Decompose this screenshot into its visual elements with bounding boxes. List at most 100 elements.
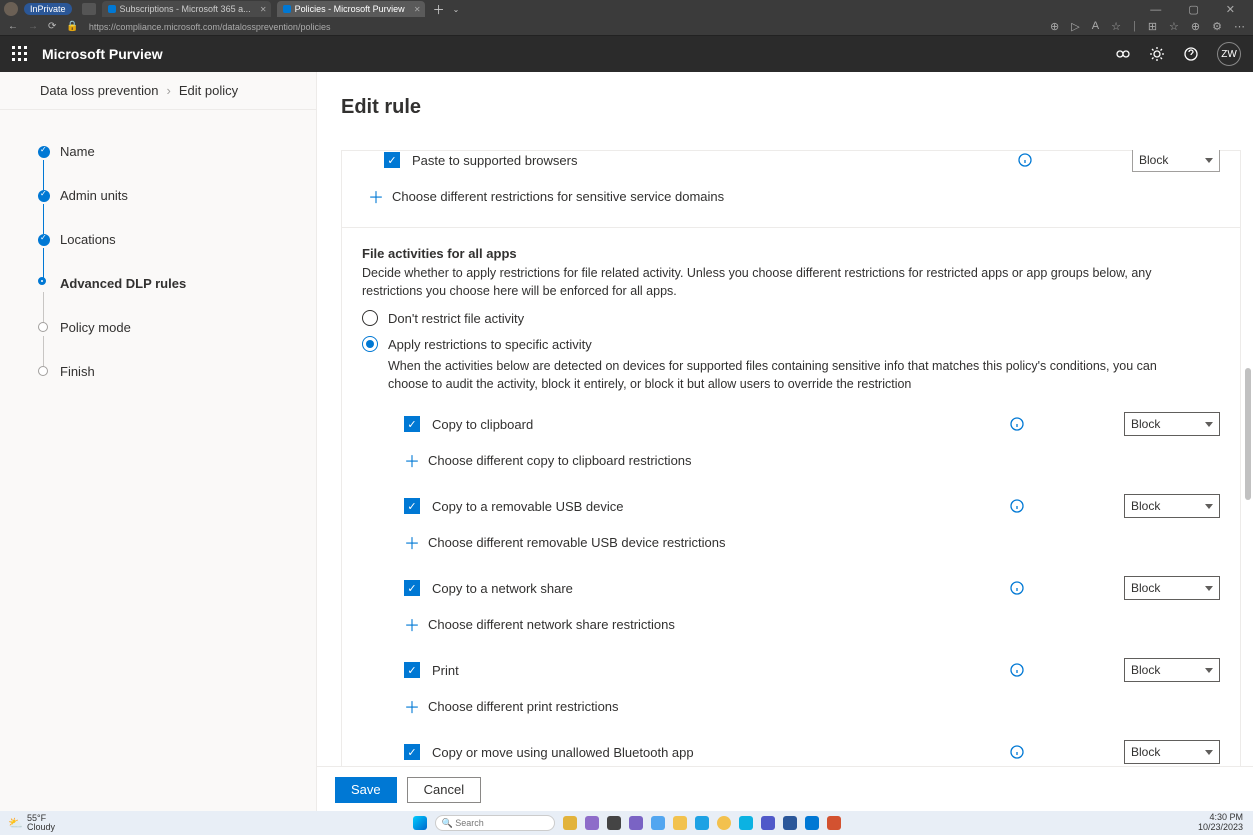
taskbar-app-icon[interactable] — [717, 816, 731, 830]
step-bullet-icon — [38, 146, 50, 158]
browser-tab-active[interactable]: Policies - Microsoft Purview ✕ — [277, 1, 425, 17]
url-text[interactable]: https://compliance.microsoft.com/datalos… — [89, 22, 1040, 32]
info-icon[interactable] — [1010, 745, 1024, 759]
step-name[interactable]: Name — [38, 144, 298, 188]
taskbar-app-icon[interactable] — [761, 816, 775, 830]
taskbar-clock[interactable]: 4:30 PM 10/23/2023 — [1198, 813, 1253, 833]
new-tab-button[interactable]: ＋ — [433, 1, 445, 18]
step-label: Policy mode — [60, 320, 131, 335]
action-select[interactable]: Block — [1124, 412, 1220, 436]
tab-preview-icon[interactable] — [82, 3, 96, 15]
taskbar-app-icon[interactable] — [585, 816, 599, 830]
link-icon[interactable] — [1115, 46, 1131, 62]
save-button[interactable]: Save — [335, 777, 397, 803]
help-icon[interactable] — [1183, 46, 1199, 62]
add-restriction-link[interactable]: ＋Choose different network share restrict… — [382, 609, 1220, 639]
taskbar-app-icon[interactable] — [739, 816, 753, 830]
activity-label: Paste to supported browsers — [412, 153, 772, 168]
info-icon[interactable] — [1010, 581, 1024, 595]
breadcrumb-parent[interactable]: Data loss prevention — [40, 83, 159, 98]
radio-apply-restrictions[interactable]: Apply restrictions to specific activity — [362, 336, 1220, 352]
checkbox-copy-to-a-network-share[interactable] — [404, 580, 420, 596]
action-select[interactable]: Block — [1124, 740, 1220, 764]
taskbar-app-icon[interactable] — [563, 816, 577, 830]
tab-favicon — [283, 5, 291, 13]
extensions-icon[interactable]: ⚙ — [1212, 20, 1222, 33]
checkbox-copy-to-a-removable-usb-device[interactable] — [404, 498, 420, 514]
radio-label: Apply restrictions to specific activity — [388, 337, 592, 352]
step-label: Admin units — [60, 188, 128, 203]
activity-label: Copy to clipboard — [432, 417, 792, 432]
taskbar-app-icon[interactable] — [607, 816, 621, 830]
action-select[interactable]: Block — [1124, 576, 1220, 600]
address-bar: ← → ⟳ 🔒 https://compliance.microsoft.com… — [0, 18, 1253, 36]
step-policy-mode: Policy mode — [38, 320, 298, 364]
info-icon[interactable] — [1010, 663, 1024, 677]
favorite-icon[interactable]: ☆ — [1111, 20, 1121, 33]
back-icon[interactable]: ← — [8, 21, 18, 32]
step-label: Finish — [60, 364, 95, 379]
favorites-bar-icon[interactable]: ☆ — [1169, 20, 1179, 33]
lock-icon[interactable]: 🔒 — [66, 21, 78, 32]
taskbar-app-icon[interactable] — [805, 816, 819, 830]
taskbar-app-icon[interactable] — [651, 816, 665, 830]
checkbox-copy-to-clipboard[interactable] — [404, 416, 420, 432]
more-icon[interactable]: ⋯ — [1234, 20, 1245, 33]
checkbox-print[interactable] — [404, 662, 420, 678]
scrollbar-thumb[interactable] — [1245, 368, 1251, 500]
refresh-icon[interactable]: ⟳ — [48, 21, 56, 32]
add-restriction-link[interactable]: ＋Choose different removable USB device r… — [382, 527, 1220, 557]
radio-dont-restrict[interactable]: Don't restrict file activity — [362, 310, 1220, 326]
app-body: Data loss prevention › Edit policy ✕ Nam… — [0, 72, 1253, 812]
breadcrumb-current: Edit policy — [179, 83, 238, 98]
cancel-button[interactable]: Cancel — [407, 777, 481, 803]
info-icon[interactable] — [1010, 499, 1024, 513]
forward-icon: → — [28, 21, 38, 32]
add-domain-restriction-link[interactable]: ＋ Choose different restrictions for sens… — [362, 181, 1220, 211]
step-label: Locations — [60, 232, 116, 247]
info-icon[interactable] — [1010, 417, 1024, 431]
activity-label: Copy to a removable USB device — [432, 499, 792, 514]
close-icon[interactable]: ✕ — [260, 5, 267, 14]
window-controls[interactable]: — ▢ ✕ — [1150, 3, 1253, 16]
read-aloud-icon[interactable]: ▷ — [1071, 20, 1079, 33]
add-restriction-link[interactable]: ＋Choose different print restrictions — [382, 691, 1220, 721]
avatar[interactable]: ZW — [1217, 42, 1241, 66]
taskbar-app-icon[interactable] — [783, 816, 797, 830]
checkbox-copy-or-move-using-unallowed-bluetooth-app[interactable] — [404, 744, 420, 760]
close-icon[interactable]: ✕ — [414, 5, 421, 14]
app-title: Microsoft Purview — [42, 46, 163, 62]
taskbar-app-icon[interactable] — [673, 816, 687, 830]
text-size-icon[interactable]: A — [1092, 20, 1099, 33]
radio-icon — [362, 310, 378, 326]
info-icon[interactable] — [1018, 153, 1032, 167]
radio-sub-desc: When the activities below are detected o… — [388, 358, 1188, 393]
profile-icon[interactable] — [4, 2, 18, 16]
taskbar-app-icon[interactable] — [695, 816, 709, 830]
start-icon[interactable] — [413, 816, 427, 830]
add-link-label: Choose different copy to clipboard restr… — [428, 453, 692, 468]
app-icon[interactable]: ⊞ — [1148, 20, 1157, 33]
scroll-area[interactable]: Paste to supported browsers Block ＋ Choo… — [341, 150, 1241, 766]
app-launcher-icon[interactable] — [12, 46, 28, 62]
step-label: Name — [60, 144, 95, 159]
collections-icon[interactable]: ⊕ — [1191, 20, 1200, 33]
gear-icon[interactable] — [1149, 46, 1165, 62]
checkbox-paste-browsers[interactable] — [384, 152, 400, 168]
step-bullet-icon — [38, 234, 50, 246]
section-desc: Decide whether to apply restrictions for… — [362, 265, 1182, 300]
weather-widget[interactable]: ⛅ 55°F Cloudy — [0, 814, 55, 832]
action-select[interactable]: Block — [1132, 150, 1220, 172]
tab-menu-icon[interactable]: ⌄ — [453, 5, 460, 14]
action-select[interactable]: Block — [1124, 658, 1220, 682]
taskbar-search[interactable]: 🔍 Search — [435, 815, 555, 831]
zoom-icon[interactable]: ⊕ — [1050, 20, 1059, 33]
browser-tab[interactable]: Subscriptions - Microsoft 365 a... ✕ — [102, 1, 271, 17]
step-advanced-dlp-rules[interactable]: Advanced DLP rules — [38, 276, 298, 320]
step-admin-units[interactable]: Admin units — [38, 188, 298, 232]
taskbar-app-icon[interactable] — [629, 816, 643, 830]
step-locations[interactable]: Locations — [38, 232, 298, 276]
add-restriction-link[interactable]: ＋Choose different copy to clipboard rest… — [382, 445, 1220, 475]
action-select[interactable]: Block — [1124, 494, 1220, 518]
taskbar-app-icon[interactable] — [827, 816, 841, 830]
